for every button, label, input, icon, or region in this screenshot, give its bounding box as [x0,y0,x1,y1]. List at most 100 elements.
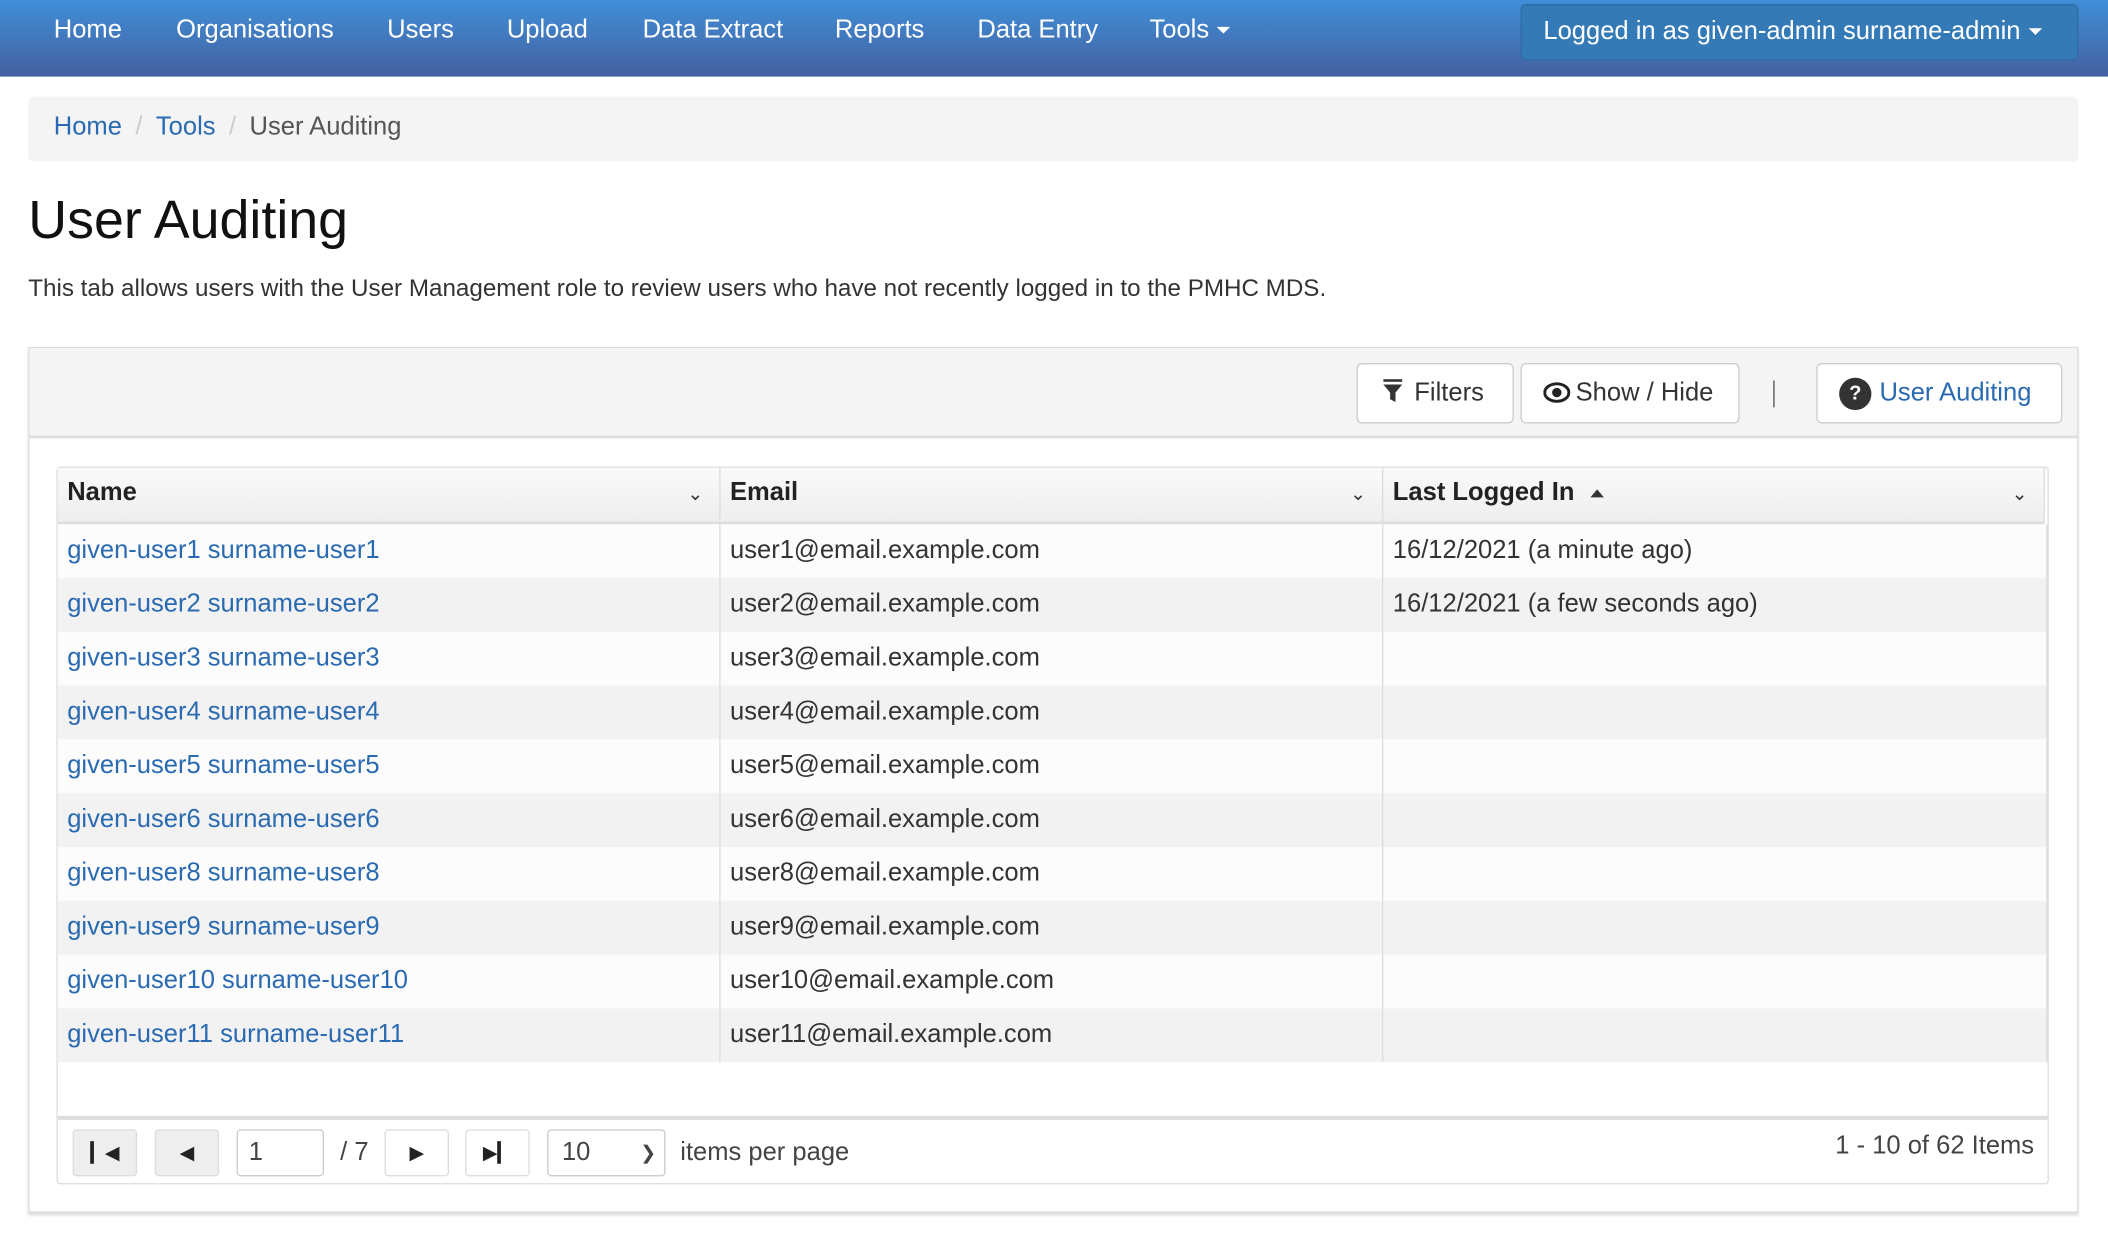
nav-data-extract[interactable]: Data Extract [643,16,784,46]
table-row: given-user5 surname-user5 user5@email.exa… [57,739,2048,794]
pager-summary: 1 - 10 of 62 Items [1835,1131,2035,1161]
cell-email: user6@email.example.com [721,793,1384,847]
help-button[interactable]: ? User Auditing [1816,362,2063,424]
previous-page-button[interactable]: ◀ [154,1129,220,1177]
cell-name[interactable]: given-user4 surname-user4 [58,685,721,740]
nav-tools[interactable]: Tools [1149,16,1231,46]
page-size-select[interactable]: 10 ❯ [547,1129,666,1177]
cell-name[interactable]: given-user9 surname-user9 [58,900,721,955]
filter-icon [1383,379,1403,402]
cell-last [1383,1008,2048,1063]
show-hide-label: Show / Hide [1575,379,1714,408]
cell-last [1383,631,2048,686]
breadcrumb-separator: / [228,112,237,142]
nav-reports[interactable]: Reports [835,16,924,46]
next-page-icon: ▶ [409,1141,425,1163]
eye-icon [1543,382,1571,403]
top-navbar: Home Organisations Users Upload Data Ext… [0,0,2108,77]
breadcrumb-tools[interactable]: Tools [156,113,216,141]
filters-label: Filters [1414,379,1484,408]
items-per-page-label: items per page [680,1138,850,1167]
cell-last [1383,900,2048,955]
cell-name[interactable]: given-user11 surname-user11 [58,1008,721,1063]
cell-email: user4@email.example.com [721,685,1384,740]
user-menu-button[interactable]: Logged in as given-admin surname-admin [1520,4,2079,61]
last-page-button[interactable]: ▶▎ [465,1129,530,1177]
users-grid: Name ⌄ Email ⌄ Last Logged In ⌄ given-user1… [56,466,2049,1185]
cell-name[interactable]: given-user10 surname-user10 [58,954,721,1009]
cell-last [1383,846,2048,901]
grid-header: Name ⌄ Email ⌄ Last Logged In ⌄ [57,467,2045,525]
cell-email: user8@email.example.com [721,846,1384,901]
nav-users[interactable]: Users [387,16,454,46]
column-last-logged-in-label: Last Logged In [1392,478,1575,507]
cell-last: 16/12/2021 (a few seconds ago) [1383,578,2048,632]
page-title: User Auditing [28,190,349,251]
pager: ▎◀ ◀ 1 / 7 ▶ ▶▎ 10 ❯ items per page 1 - 1… [57,1115,2048,1183]
breadcrumb-separator: / [135,112,143,142]
breadcrumb: Home / Tools / User Auditing [28,96,2079,162]
cell-name[interactable]: given-user2 surname-user2 [58,578,721,632]
cell-email: user10@email.example.com [721,954,1384,1009]
help-label: User Auditing [1879,379,2032,408]
previous-page-icon: ◀ [179,1141,195,1163]
next-page-button[interactable]: ▶ [384,1129,450,1177]
column-header-last-logged-in[interactable]: Last Logged In ⌄ [1383,467,2045,522]
nav-data-entry[interactable]: Data Entry [977,16,1098,46]
cell-name[interactable]: given-user8 surname-user8 [58,846,721,901]
table-row: given-user11 surname-user11 user11@email.… [57,1008,2048,1063]
filters-button[interactable]: Filters [1356,362,1514,424]
sort-ascending-icon [1590,489,1605,498]
column-email-label: Email [730,478,799,507]
cell-last: 16/12/2021 (a minute ago) [1383,524,2048,579]
cell-last [1383,793,2048,847]
user-menu-label: Logged in as given-admin surname-admin [1543,17,2021,46]
table-row: given-user6 surname-user6 user6@email.exa… [57,793,2048,847]
chevron-down-icon[interactable]: ⌄ [2012,468,2028,519]
cell-email: user2@email.example.com [721,578,1384,632]
cell-email: user1@email.example.com [721,524,1384,579]
breadcrumb-home[interactable]: Home [54,113,122,141]
table-row: given-user10 surname-user10 user10@email.… [57,954,2048,1009]
chevron-down-icon[interactable]: ⌄ [1350,468,1366,519]
nav-home[interactable]: Home [54,16,122,46]
page-description: This tab allows users with the User Mana… [28,274,1327,302]
cell-last [1383,739,2048,794]
total-pages: / 7 [340,1138,369,1167]
cell-name[interactable]: given-user1 surname-user1 [58,524,721,579]
table-row: given-user8 surname-user8 user8@email.exa… [57,846,2048,901]
grid-toolbar: Filters Show / Hide ? User Auditing [29,348,2078,439]
column-header-name[interactable]: Name ⌄ [58,467,721,522]
table-row: given-user2 surname-user2 user2@email.exa… [57,578,2048,632]
first-page-icon: ▎◀ [90,1141,120,1163]
toolbar-divider [1773,380,1775,408]
question-circle-icon: ? [1839,377,1872,411]
breadcrumb-current: User Auditing [249,112,402,142]
column-header-email[interactable]: Email ⌄ [721,467,1384,522]
chevron-down-icon: ❯ [640,1141,657,1163]
page-number-input[interactable]: 1 [236,1129,325,1177]
table-row: given-user4 surname-user4 user4@email.exa… [57,685,2048,740]
audit-panel: Filters Show / Hide ? User Auditing Name ⌄… [28,346,2079,1213]
first-page-button[interactable]: ▎◀ [72,1129,138,1177]
table-row: given-user9 surname-user9 user9@email.exa… [57,900,2048,955]
cell-name[interactable]: given-user5 surname-user5 [58,739,721,794]
nav-upload[interactable]: Upload [507,16,588,46]
column-name-label: Name [67,478,137,507]
caret-down-icon [1217,27,1231,35]
nav-organisations[interactable]: Organisations [176,16,334,46]
cell-last [1383,685,2048,740]
table-row: given-user1 surname-user1 user1@email.exa… [57,524,2048,579]
page-size-value: 10 [561,1138,591,1167]
cell-email: user3@email.example.com [721,631,1384,686]
cell-email: user5@email.example.com [721,739,1384,794]
cell-last [1383,954,2048,1009]
last-page-icon: ▶▎ [482,1141,512,1163]
cell-name[interactable]: given-user3 surname-user3 [58,631,721,686]
cell-name[interactable]: given-user6 surname-user6 [58,793,721,847]
nav-tools-label: Tools [1149,16,1210,45]
cell-email: user11@email.example.com [721,1008,1384,1063]
show-hide-button[interactable]: Show / Hide [1520,362,1740,424]
caret-down-icon [2028,28,2042,36]
chevron-down-icon[interactable]: ⌄ [687,468,703,519]
